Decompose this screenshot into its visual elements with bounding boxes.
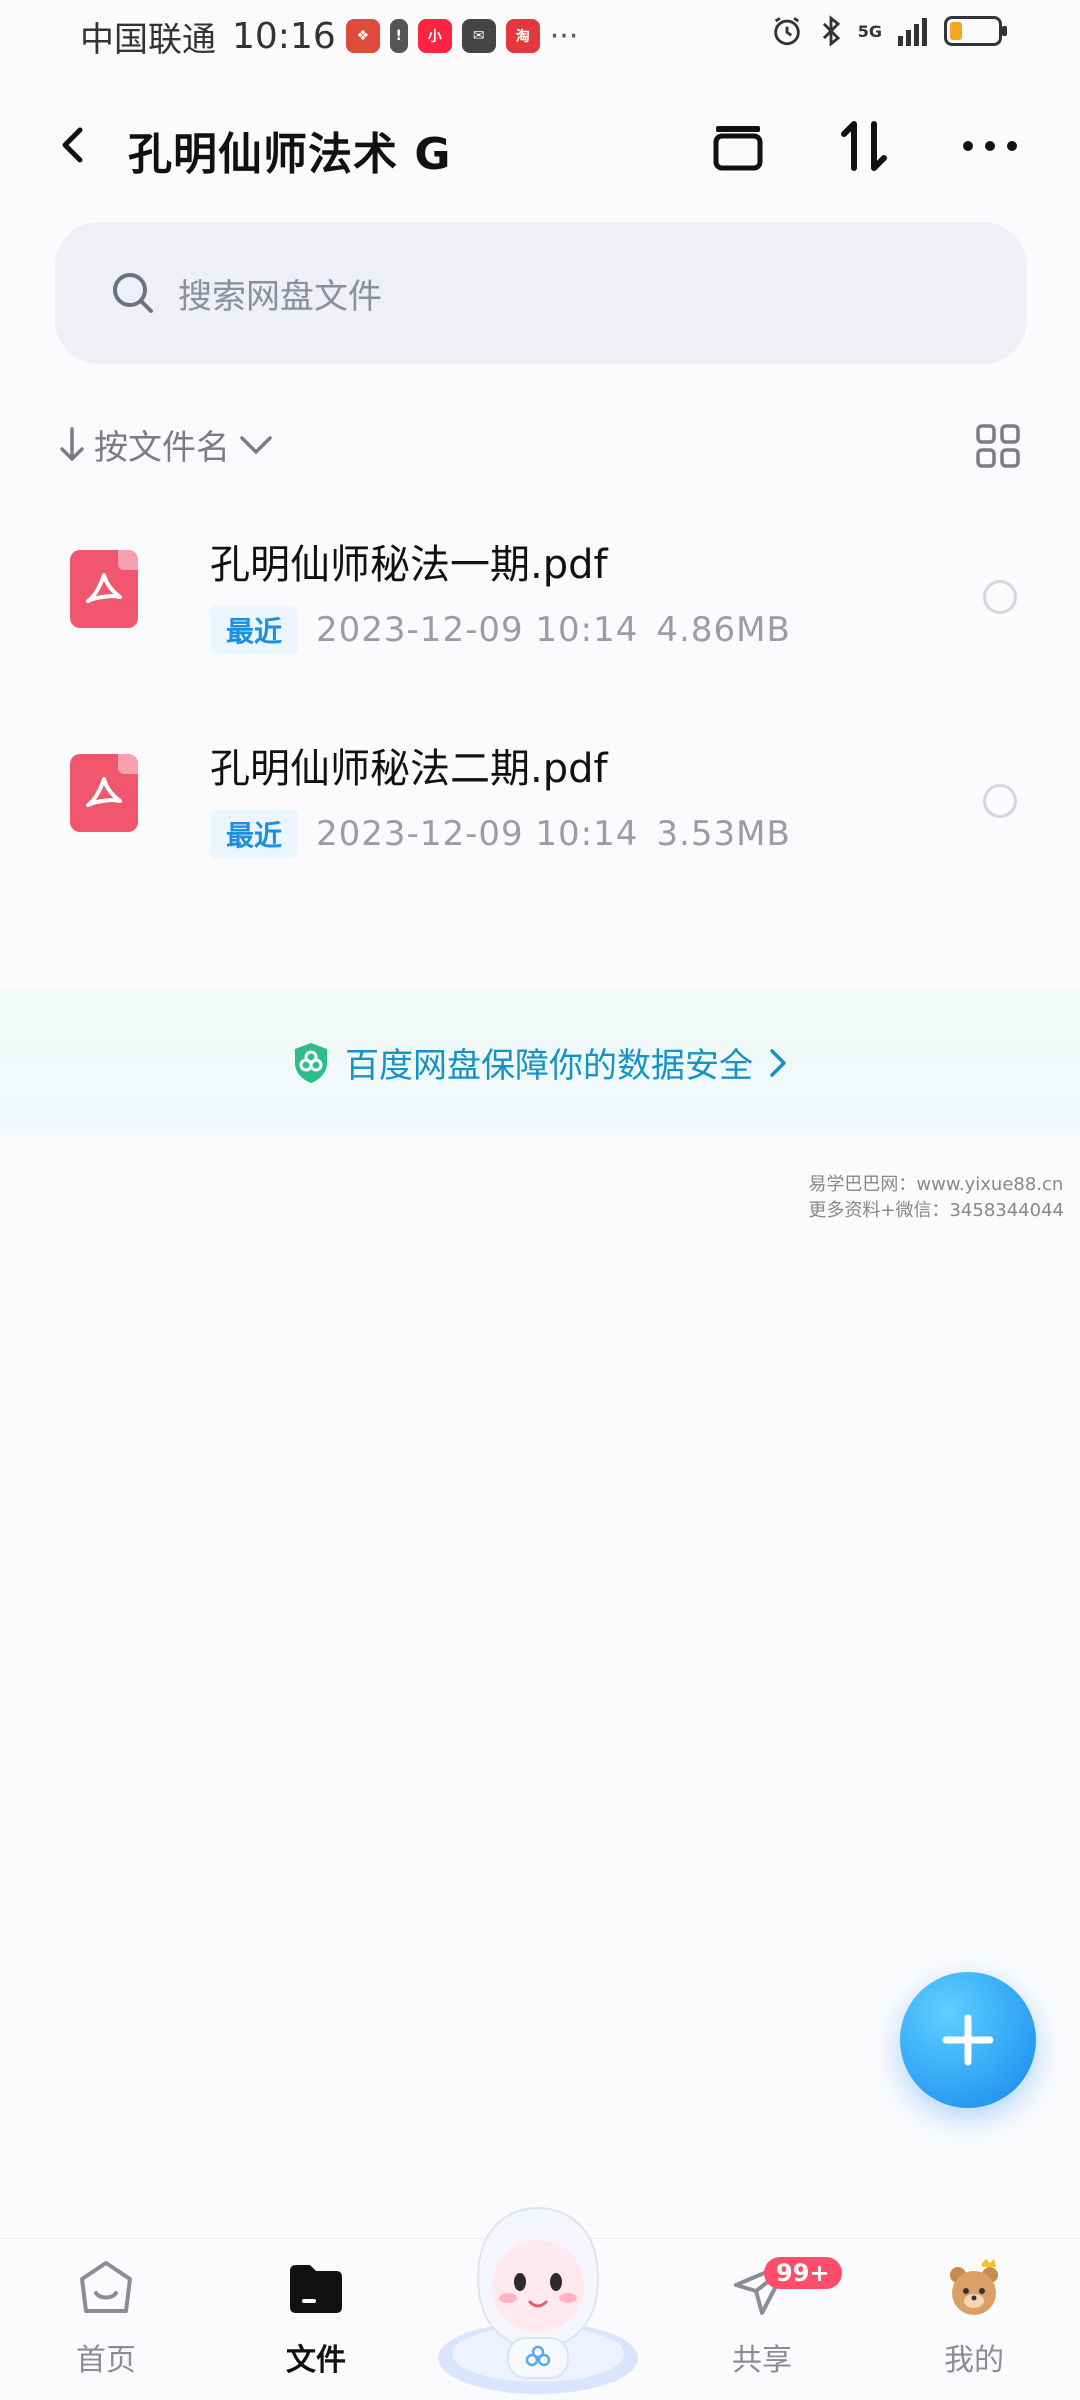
sort-label: 按文件名 [94, 428, 230, 468]
select-checkbox[interactable] [983, 784, 1017, 818]
search-input[interactable]: 搜索网盘文件 [55, 222, 1027, 364]
file-meta: 最近 2023-12-09 10:14 3.53MB [210, 810, 791, 858]
search-placeholder: 搜索网盘文件 [178, 276, 382, 317]
page-title: 孔明仙师法术 G [128, 129, 452, 180]
battery-alert-icon: ! [389, 19, 408, 53]
watermark-line: 更多资料+微信：3458344044 [808, 1200, 1064, 1221]
shield-icon [295, 1042, 327, 1083]
plus-icon [942, 2014, 994, 2066]
notification-badge: 99+ [764, 2257, 842, 2289]
app-notification-icon: ❖ [345, 19, 380, 53]
file-datetime: 2023-12-09 10:14 [316, 610, 639, 650]
more-options-button[interactable] [958, 114, 1022, 178]
nav-label: 文件 [286, 2343, 346, 2378]
recent-tag: 最近 [210, 810, 299, 858]
nav-item-files[interactable]: 文件 [246, 2257, 386, 2379]
nav-item-share[interactable]: 99+ 共享 [692, 2257, 842, 2379]
pdf-file-icon [70, 754, 138, 832]
archive-box-icon [713, 126, 763, 171]
xiaohongshu-icon: 小 [417, 19, 452, 53]
pdf-file-icon [70, 550, 138, 628]
file-datetime: 2023-12-09 10:14 [316, 814, 639, 854]
nav-item-profile[interactable]: 我的 [904, 2257, 1044, 2379]
chevron-down-icon [240, 435, 272, 454]
file-size: 3.53MB [656, 814, 791, 854]
status-time: 10:16 [232, 15, 336, 57]
watermark-line: 易学巴巴网：www.yixue88.cn [808, 1174, 1064, 1195]
bear-avatar-icon [950, 2259, 998, 2315]
home-icon [80, 2261, 132, 2313]
sort-by-name-dropdown[interactable]: 按文件名 [58, 420, 274, 469]
search-icon [113, 273, 153, 313]
alarm-icon [773, 17, 800, 46]
more-notifications-icon: ··· [549, 18, 579, 54]
back-arrow-icon[interactable] [50, 120, 100, 170]
chevron-right-icon [770, 1048, 786, 1077]
sort-arrows-icon [841, 121, 887, 171]
network-type: 5G [857, 21, 882, 41]
security-banner-text: 百度网盘保障你的数据安全 [345, 1046, 753, 1086]
nav-label: 首页 [76, 2343, 136, 2378]
arrow-down-icon [60, 426, 84, 461]
nav-item-home[interactable]: 首页 [36, 2257, 176, 2379]
file-name: 孔明仙师秘法一期.pdf [210, 542, 608, 588]
watermark: 易学巴巴网：www.yixue88.cn 更多资料+微信：3458344044 [808, 1172, 1064, 1224]
grid-view-icon[interactable] [974, 422, 1022, 470]
mascot-assistant-icon[interactable] [428, 2178, 648, 2398]
transfer-list-button[interactable] [706, 114, 770, 178]
carrier-name: 中国联通 [80, 19, 216, 60]
file-meta: 最近 2023-12-09 10:14 4.86MB [210, 606, 791, 654]
file-name: 孔明仙师秘法二期.pdf [210, 746, 608, 792]
add-button[interactable] [900, 1972, 1036, 2108]
taobao-icon: 淘 [505, 19, 540, 53]
nav-label: 我的 [944, 2343, 1004, 2378]
battery-icon [944, 16, 1007, 46]
file-list-item[interactable]: 孔明仙师秘法一期.pdf 最近 2023-12-09 10:14 4.86MB [0, 510, 1080, 690]
signal-icon [898, 18, 927, 46]
file-list-item[interactable]: 孔明仙师秘法二期.pdf 最近 2023-12-09 10:14 3.53MB [0, 714, 1080, 894]
status-bar: 中国联通 10:16 ❖ ! 小 ✉ 淘 ··· 5G [0, 0, 1080, 72]
sort-order-button[interactable] [832, 114, 896, 178]
file-size: 4.86MB [656, 610, 791, 650]
more-dots-icon [963, 141, 1017, 151]
select-checkbox[interactable] [983, 580, 1017, 614]
folder-icon [290, 2265, 342, 2313]
bluetooth-icon [822, 15, 840, 47]
app-header: 孔明仙师法术 G [0, 100, 1080, 192]
recent-tag: 最近 [210, 606, 299, 654]
mail-icon: ✉ [461, 19, 496, 53]
nav-label: 共享 [732, 2343, 792, 2378]
security-banner[interactable]: 百度网盘保障你的数据安全 [0, 990, 1080, 1135]
